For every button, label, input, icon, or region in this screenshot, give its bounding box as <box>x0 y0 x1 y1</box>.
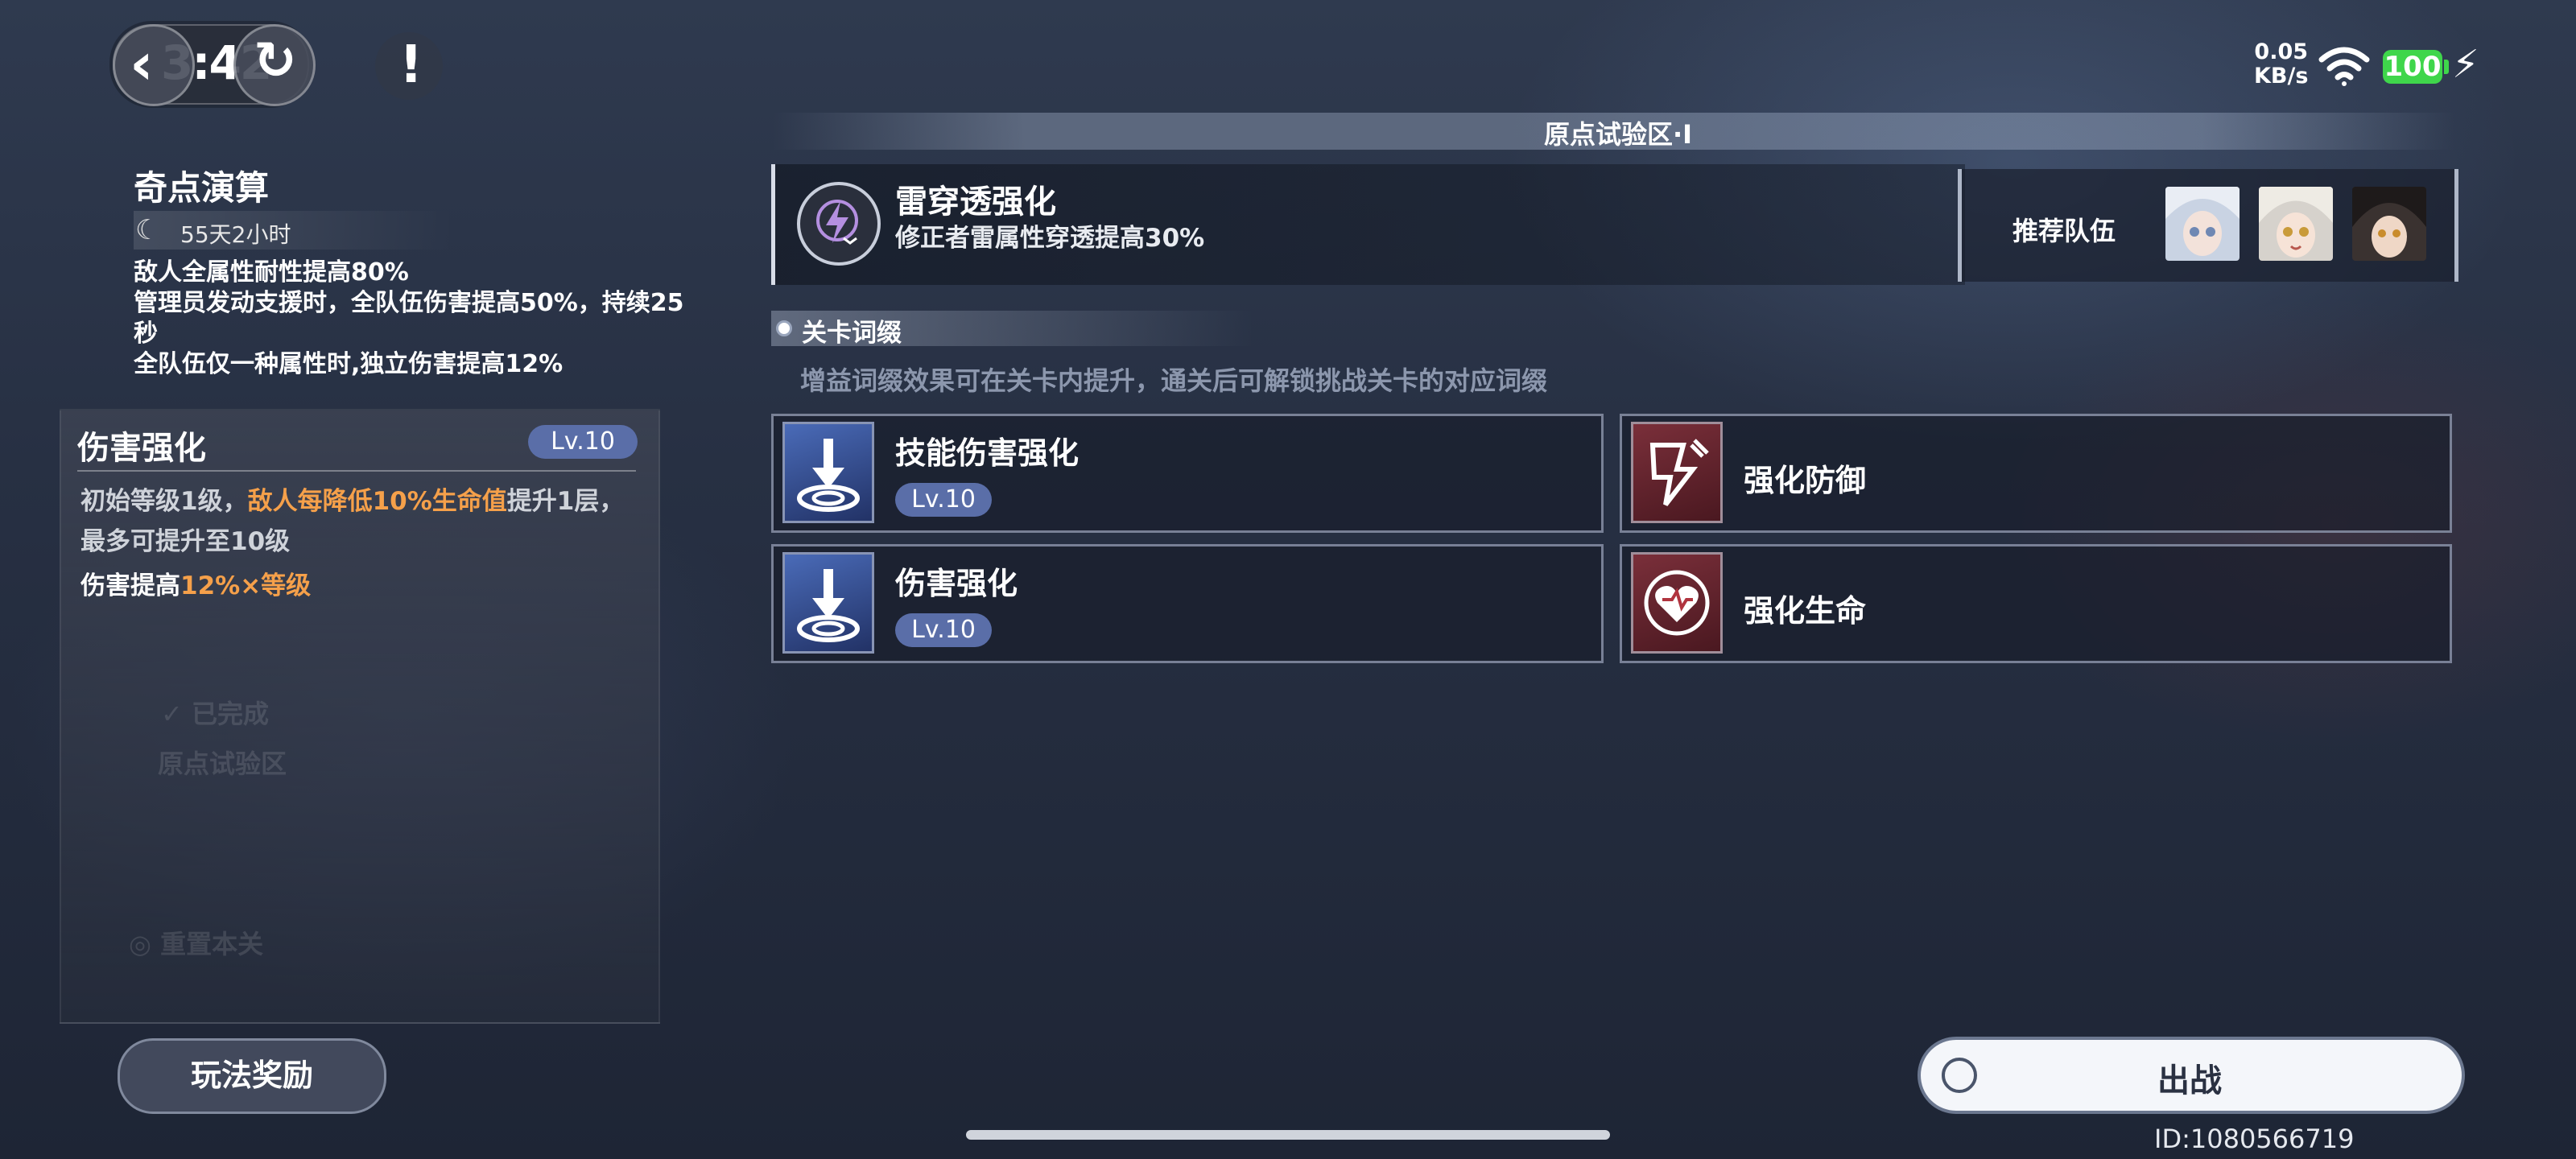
network-speed-value: 0.05 <box>2254 39 2309 64</box>
battery-tip <box>2444 60 2449 74</box>
buff-desc-highlight: 敌人每降低10%生命值 <box>247 487 507 516</box>
affix-level-1: Lv.10 <box>895 483 992 517</box>
heart-icon <box>1631 552 1723 654</box>
event-effect-1: 敌人全属性耐性提高80% <box>134 258 409 287</box>
faded-reset-text: ◎ 重置本关 <box>129 929 264 959</box>
buff-detail-divider <box>77 470 636 472</box>
battery-level: 100 <box>2383 50 2442 84</box>
zone-title: 原点试验区·I <box>1543 119 1693 150</box>
info-button[interactable]: ! <box>375 32 443 100</box>
buff-effect-prefix: 伤害提高 <box>80 571 180 600</box>
buff-desc-part-1: 初始等级1级， <box>80 487 248 516</box>
deploy-label: 出战 <box>2157 1062 2222 1099</box>
main-buff-description: 修正者雷属性穿透提高30% <box>895 224 1205 253</box>
team-avatar-2[interactable] <box>2259 187 2333 261</box>
affix-hint: 增益词缀效果可在关卡内提升，通关后可解锁挑战关卡的对应词缀 <box>800 365 1548 396</box>
buff-effect-value: 12%×等级 <box>180 571 312 600</box>
network-speed-unit: KB/s <box>2254 64 2309 89</box>
buff-detail-description: 初始等级1级，敌人每降低10%生命值提升1层， 最多可提升至10级 <box>80 481 644 562</box>
back-button[interactable]: ‹ <box>113 24 195 106</box>
affix-bullet-icon <box>776 320 792 336</box>
network-speed: 0.05 KB/s <box>2254 40 2308 89</box>
buff-desc-part-3: 最多可提升至10级 <box>80 527 291 556</box>
team-avatar-3[interactable] <box>2352 187 2426 261</box>
damage-boost-icon <box>782 552 874 654</box>
buff-desc-part-2: 提升1层， <box>506 487 625 516</box>
main-buff-title: 雷穿透强化 <box>895 184 1056 221</box>
buff-detail-effect: 伤害提高12%×等级 <box>80 565 311 601</box>
affix-section-title: 关卡词缀 <box>802 319 902 348</box>
event-effect-2: 管理员发动支援时，全队伍伤害提高50%，持续25 <box>134 289 684 317</box>
moon-icon: ☾ <box>135 214 160 246</box>
affix-name-1: 技能伤害强化 <box>895 435 1080 471</box>
lightning-penetration-icon <box>797 182 881 266</box>
affix-name-3: 伤害强化 <box>895 566 1018 601</box>
charging-icon: ⚡ <box>2452 42 2479 87</box>
buff-detail-level: Lv.10 <box>528 425 638 459</box>
rewards-button[interactable]: 玩法奖励 <box>118 1038 386 1114</box>
buff-detail-title: 伤害强化 <box>77 430 206 467</box>
recommended-team-label: 推荐队伍 <box>2013 216 2116 246</box>
event-effect-3: 秒 <box>134 320 158 348</box>
affix-level-3: Lv.10 <box>895 613 992 647</box>
refresh-button[interactable]: ↻ <box>233 24 316 106</box>
refresh-icon: ↻ <box>254 31 297 91</box>
faded-status-text: ✓ 已完成 <box>161 699 269 729</box>
event-time-left: 55天2小时 <box>180 221 291 248</box>
team-avatar-1[interactable] <box>2165 187 2240 261</box>
damage-boost-icon <box>782 422 874 523</box>
faded-stage-text: 原点试验区 <box>158 749 287 779</box>
exclamation-icon: ! <box>399 35 423 95</box>
event-effect-4: 全队伍仅一种属性时,独立伤害提高12% <box>134 350 564 378</box>
home-indicator[interactable] <box>966 1130 1610 1140</box>
wifi-icon <box>2318 47 2370 86</box>
player-id: ID:1080566719 <box>2154 1124 2355 1154</box>
back-arrow-icon: ‹ <box>130 30 154 97</box>
affix-name-4: 强化生命 <box>1744 593 1867 629</box>
shield-break-icon <box>1631 422 1723 523</box>
affix-name-2: 强化防御 <box>1744 463 1867 498</box>
event-title: 奇点演算 <box>134 168 270 208</box>
deploy-circle-icon <box>1942 1058 1977 1093</box>
